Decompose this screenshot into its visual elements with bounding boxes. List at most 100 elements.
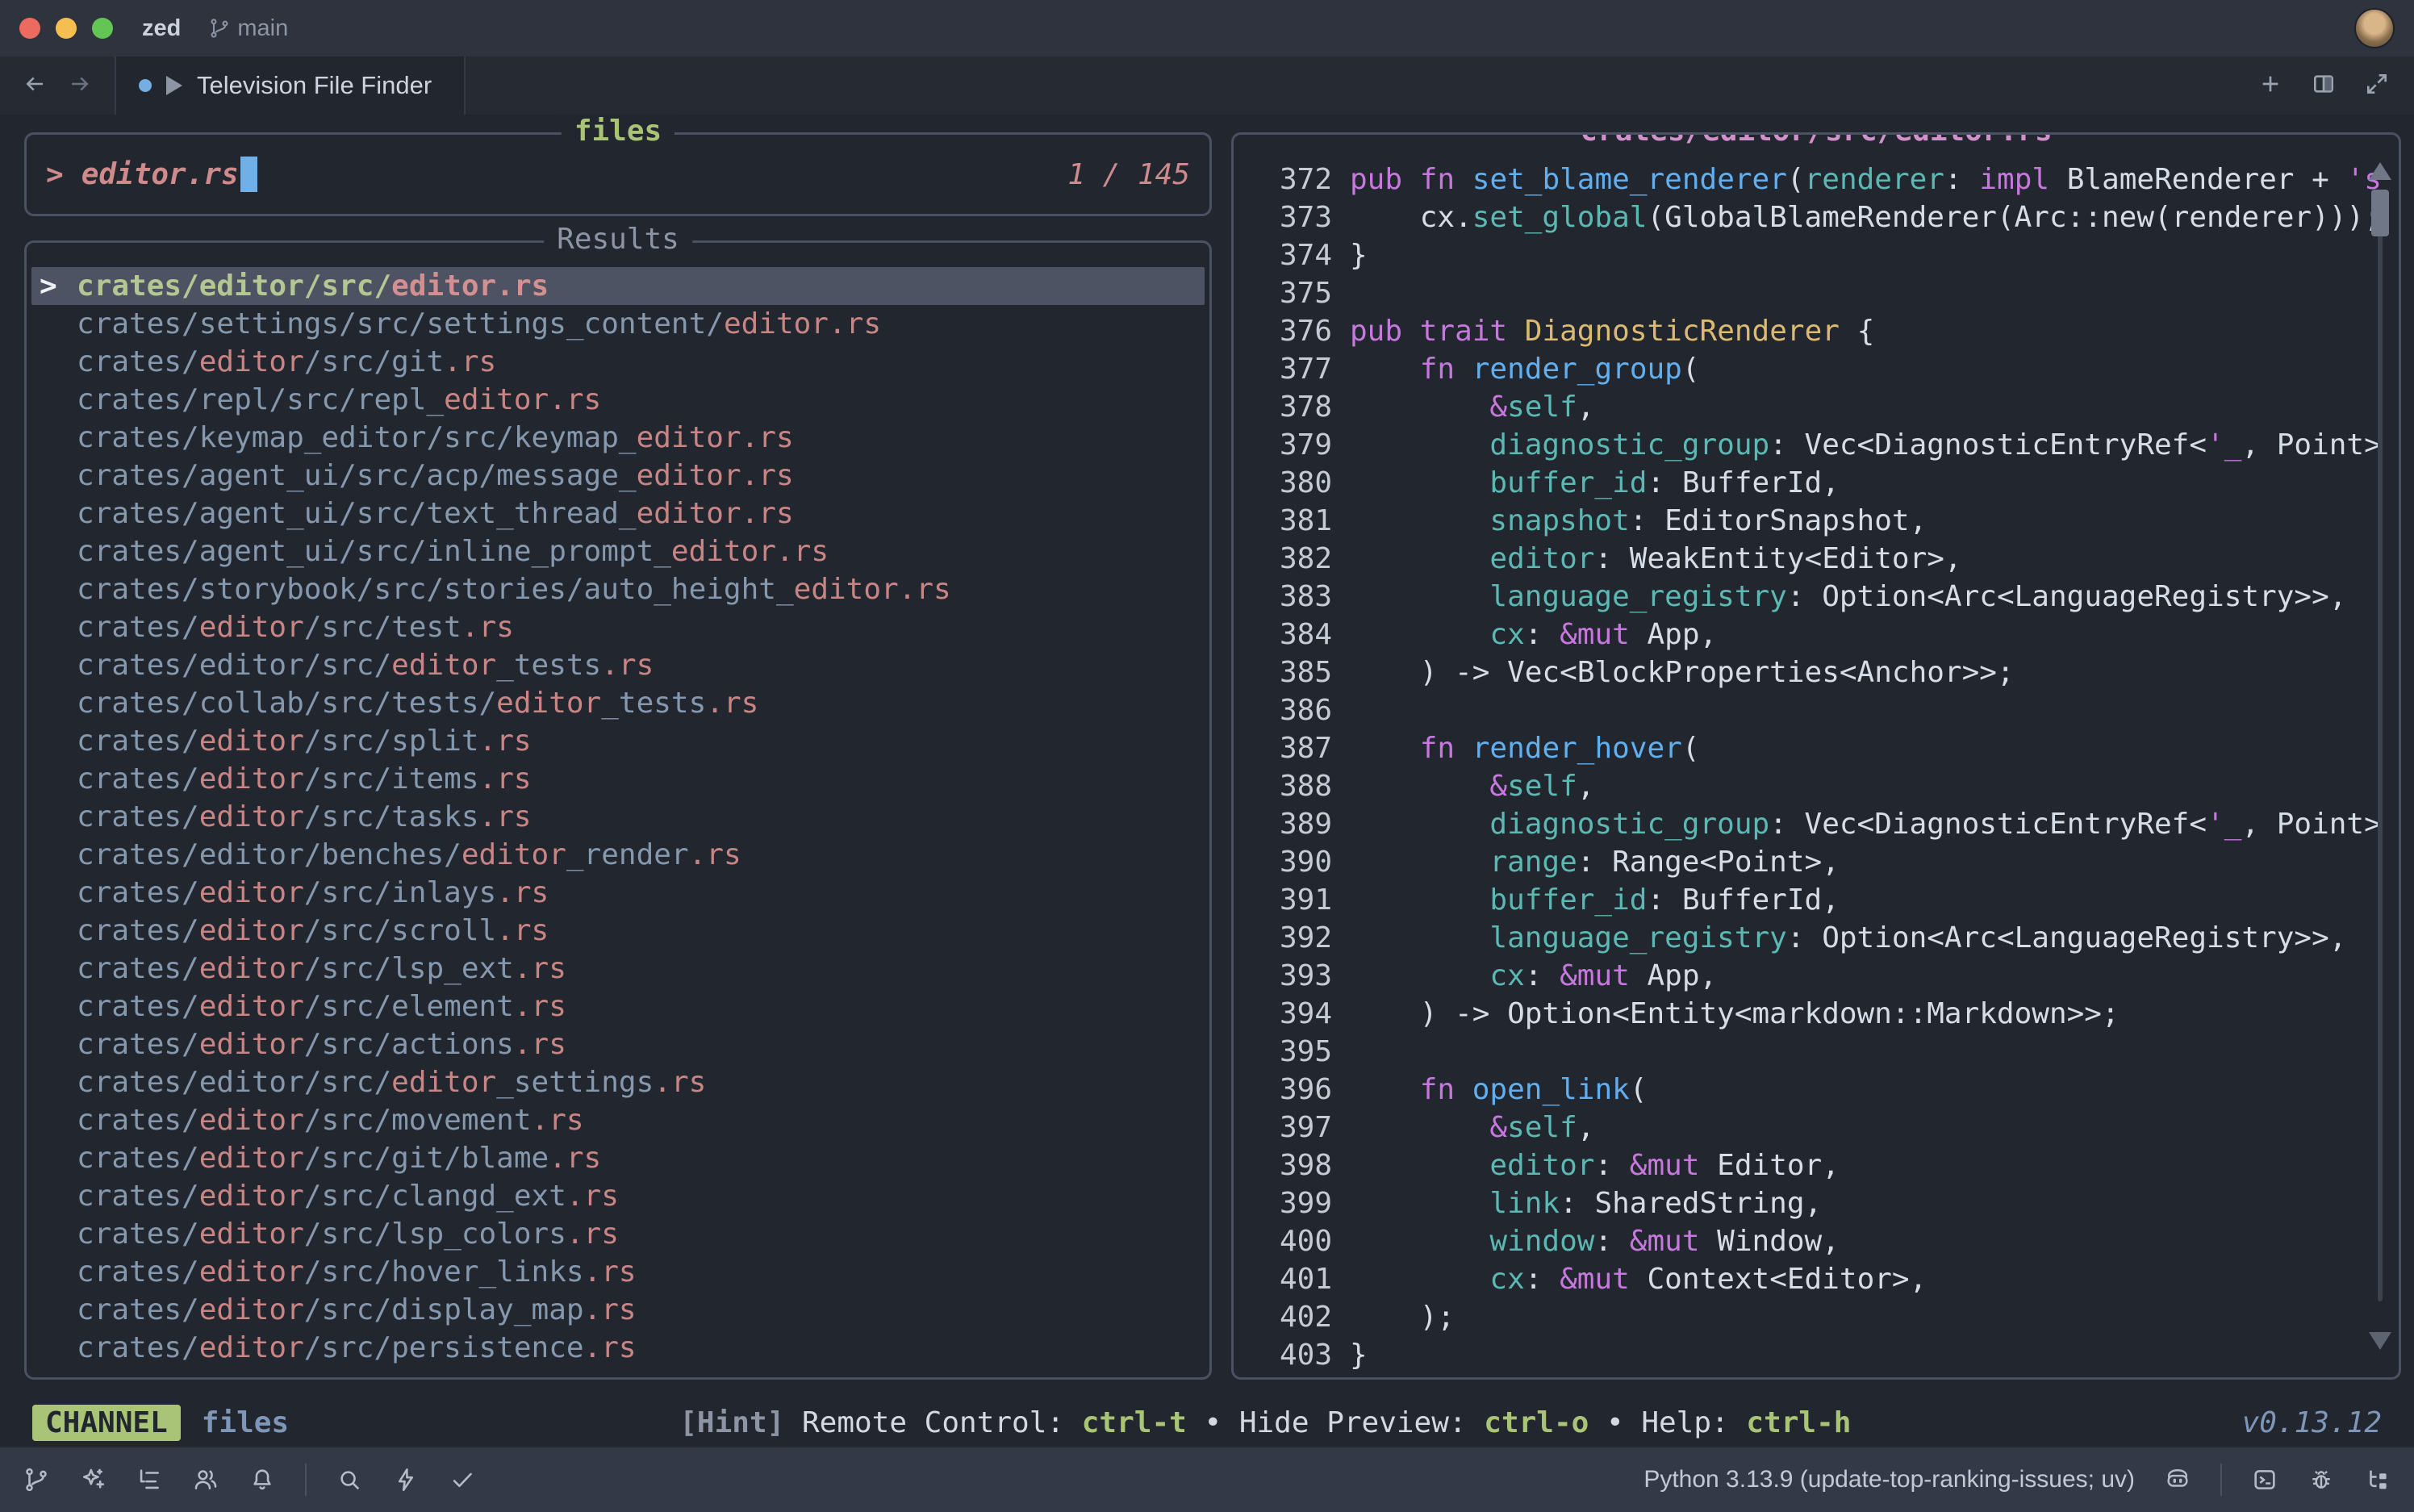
path-text: /src/tasks bbox=[304, 800, 479, 833]
result-row[interactable]: >crates/collab/src/tests/editor_tests.rs bbox=[31, 684, 1205, 722]
result-row[interactable]: >crates/editor/benches/editor_render.rs bbox=[31, 836, 1205, 874]
divider bbox=[305, 1464, 307, 1496]
result-row[interactable]: >crates/editor/src/hover_links.rs bbox=[31, 1253, 1205, 1291]
result-row[interactable]: >crates/editor/src/inlays.rs bbox=[31, 874, 1205, 912]
code-line: 384 cx: &mut App, bbox=[1242, 616, 2399, 654]
maximize-pane-button[interactable] bbox=[2364, 71, 2390, 101]
selection-pointer: > bbox=[40, 722, 77, 760]
search-input-box[interactable]: files > editor.rs 1 / 145 bbox=[24, 132, 1212, 216]
result-row[interactable]: >crates/editor/src/lsp_ext.rs bbox=[31, 950, 1205, 988]
match-highlight: .rs bbox=[496, 914, 549, 947]
result-row[interactable]: >crates/editor/src/display_map.rs bbox=[31, 1291, 1205, 1329]
scrollbar-track[interactable] bbox=[2378, 211, 2383, 1301]
results-list: >crates/editor/src/editor.rs>crates/sett… bbox=[31, 267, 1205, 1367]
check-icon[interactable] bbox=[449, 1466, 476, 1493]
result-row[interactable]: >crates/agent_ui/src/inline_prompt_edito… bbox=[31, 533, 1205, 570]
people-icon[interactable] bbox=[192, 1466, 219, 1493]
keybinding: ctrl-t bbox=[1082, 1406, 1187, 1439]
hint-text: [Hint] bbox=[679, 1406, 802, 1439]
git-branch-icon[interactable] bbox=[23, 1466, 50, 1493]
code-line: 400 window: &mut Window, bbox=[1242, 1222, 2399, 1260]
language-indicator[interactable]: Python 3.13.9 (update-top-ranking-issues… bbox=[1643, 1466, 2135, 1493]
result-row[interactable]: >crates/editor/src/tasks.rs bbox=[31, 798, 1205, 836]
code-line: 383 language_registry: Option<Arc<Langua… bbox=[1242, 578, 2399, 616]
result-row[interactable]: >crates/editor/src/clangd_ext.rs bbox=[31, 1177, 1205, 1215]
line-number: 388 bbox=[1242, 767, 1332, 805]
close-window-button[interactable] bbox=[19, 18, 40, 39]
path-text: crates/ bbox=[77, 1104, 199, 1137]
zoom-window-button[interactable] bbox=[92, 18, 113, 39]
search-icon[interactable] bbox=[336, 1466, 363, 1493]
result-row[interactable]: >crates/repl/src/repl_editor.rs bbox=[31, 381, 1205, 419]
scrollbar-thumb[interactable] bbox=[2371, 190, 2389, 236]
path-text: /src/inlays bbox=[304, 876, 496, 909]
result-row[interactable]: >crates/editor/src/movement.rs bbox=[31, 1101, 1205, 1139]
layout-tree-icon[interactable] bbox=[2364, 1466, 2391, 1493]
scroll-up-icon[interactable] bbox=[2369, 162, 2391, 180]
match-highlight: editor bbox=[199, 952, 304, 985]
minimize-window-button[interactable] bbox=[56, 18, 77, 39]
sparkles-icon[interactable] bbox=[79, 1466, 106, 1493]
result-row[interactable]: >crates/editor/src/items.rs bbox=[31, 760, 1205, 798]
selection-pointer: > bbox=[40, 760, 77, 798]
result-row[interactable]: >crates/editor/src/scroll.rs bbox=[31, 912, 1205, 950]
tab-television-file-finder[interactable]: Television File Finder bbox=[115, 56, 466, 115]
line-number: 403 bbox=[1242, 1336, 1332, 1374]
path-text: /src/actions bbox=[304, 1028, 514, 1061]
nav-forward-button[interactable] bbox=[68, 72, 92, 100]
result-row[interactable]: >crates/editor/src/test.rs bbox=[31, 608, 1205, 646]
split-pane-button[interactable] bbox=[2311, 71, 2337, 101]
path-text: /src/split bbox=[304, 725, 479, 758]
user-avatar[interactable] bbox=[2354, 8, 2395, 48]
match-highlight: .rs bbox=[689, 838, 741, 871]
bell-icon[interactable] bbox=[248, 1466, 276, 1493]
result-row[interactable]: >crates/editor/src/split.rs bbox=[31, 722, 1205, 760]
path-text: /src/movement bbox=[304, 1104, 532, 1137]
copilot-icon[interactable] bbox=[2164, 1466, 2191, 1493]
path-text: crates/collab/src/tests/ bbox=[77, 687, 496, 720]
match-highlight: editor.rs bbox=[794, 573, 951, 606]
match-highlight: editor bbox=[199, 1104, 304, 1137]
code-line: 401 cx: &mut Context<Editor>, bbox=[1242, 1260, 2399, 1298]
tui-status-line: CHANNEL files [Hint] Remote Control: ctr… bbox=[0, 1399, 2414, 1446]
line-number: 400 bbox=[1242, 1222, 1332, 1260]
match-highlight: editor bbox=[199, 876, 304, 909]
nav-back-button[interactable] bbox=[23, 72, 47, 100]
result-row[interactable]: >crates/editor/src/lsp_colors.rs bbox=[31, 1215, 1205, 1253]
result-row[interactable]: >crates/editor/src/persistence.rs bbox=[31, 1329, 1205, 1367]
code-line: 379 diagnostic_group: Vec<DiagnosticEntr… bbox=[1242, 426, 2399, 464]
terminal-icon[interactable] bbox=[2251, 1466, 2278, 1493]
result-row[interactable]: >crates/agent_ui/src/acp/message_editor.… bbox=[31, 457, 1205, 495]
result-row[interactable]: >crates/editor/src/editor_settings.rs bbox=[31, 1063, 1205, 1101]
zap-icon[interactable] bbox=[392, 1466, 420, 1493]
result-row[interactable]: >crates/editor/src/editor_tests.rs bbox=[31, 646, 1205, 684]
git-branch-selector[interactable]: main bbox=[208, 15, 288, 42]
prompt-chevron: > bbox=[46, 158, 64, 191]
path-text: /src/scroll bbox=[304, 914, 496, 947]
line-number: 387 bbox=[1242, 729, 1332, 767]
preview-scrollbar[interactable] bbox=[2370, 162, 2391, 1350]
result-row[interactable]: >crates/keymap_editor/src/keymap_editor.… bbox=[31, 419, 1205, 457]
bug-icon[interactable] bbox=[2308, 1466, 2335, 1493]
search-query-input[interactable]: editor.rs bbox=[81, 158, 239, 191]
result-row[interactable]: >crates/agent_ui/src/text_thread_editor.… bbox=[31, 495, 1205, 533]
path-text: crates/ bbox=[77, 611, 199, 644]
result-row[interactable]: >crates/editor/src/git.rs bbox=[31, 343, 1205, 381]
result-row[interactable]: >crates/editor/src/actions.rs bbox=[31, 1025, 1205, 1063]
new-tab-button[interactable] bbox=[2257, 71, 2283, 101]
result-row[interactable]: >crates/settings/src/settings_content/ed… bbox=[31, 305, 1205, 343]
result-row[interactable]: >crates/editor/src/element.rs bbox=[31, 988, 1205, 1025]
match-highlight: .rs bbox=[479, 762, 532, 796]
tv-version: v0.13.12 bbox=[2242, 1406, 2382, 1439]
scroll-down-icon[interactable] bbox=[2369, 1332, 2391, 1350]
code-line: 390 range: Range<Point>, bbox=[1242, 843, 2399, 881]
result-row[interactable]: >crates/storybook/src/stories/auto_heigh… bbox=[31, 570, 1205, 608]
result-row[interactable]: >crates/editor/src/git/blame.rs bbox=[31, 1139, 1205, 1177]
result-row-selected[interactable]: >crates/editor/src/editor.rs bbox=[31, 267, 1205, 305]
path-text: crates/ bbox=[77, 952, 199, 985]
match-highlight: .rs bbox=[444, 345, 496, 378]
match-highlight: editor bbox=[496, 687, 601, 720]
outline-icon[interactable] bbox=[136, 1466, 163, 1493]
code-line: 399 link: SharedString, bbox=[1242, 1184, 2399, 1222]
match-highlight: .rs bbox=[461, 611, 514, 644]
